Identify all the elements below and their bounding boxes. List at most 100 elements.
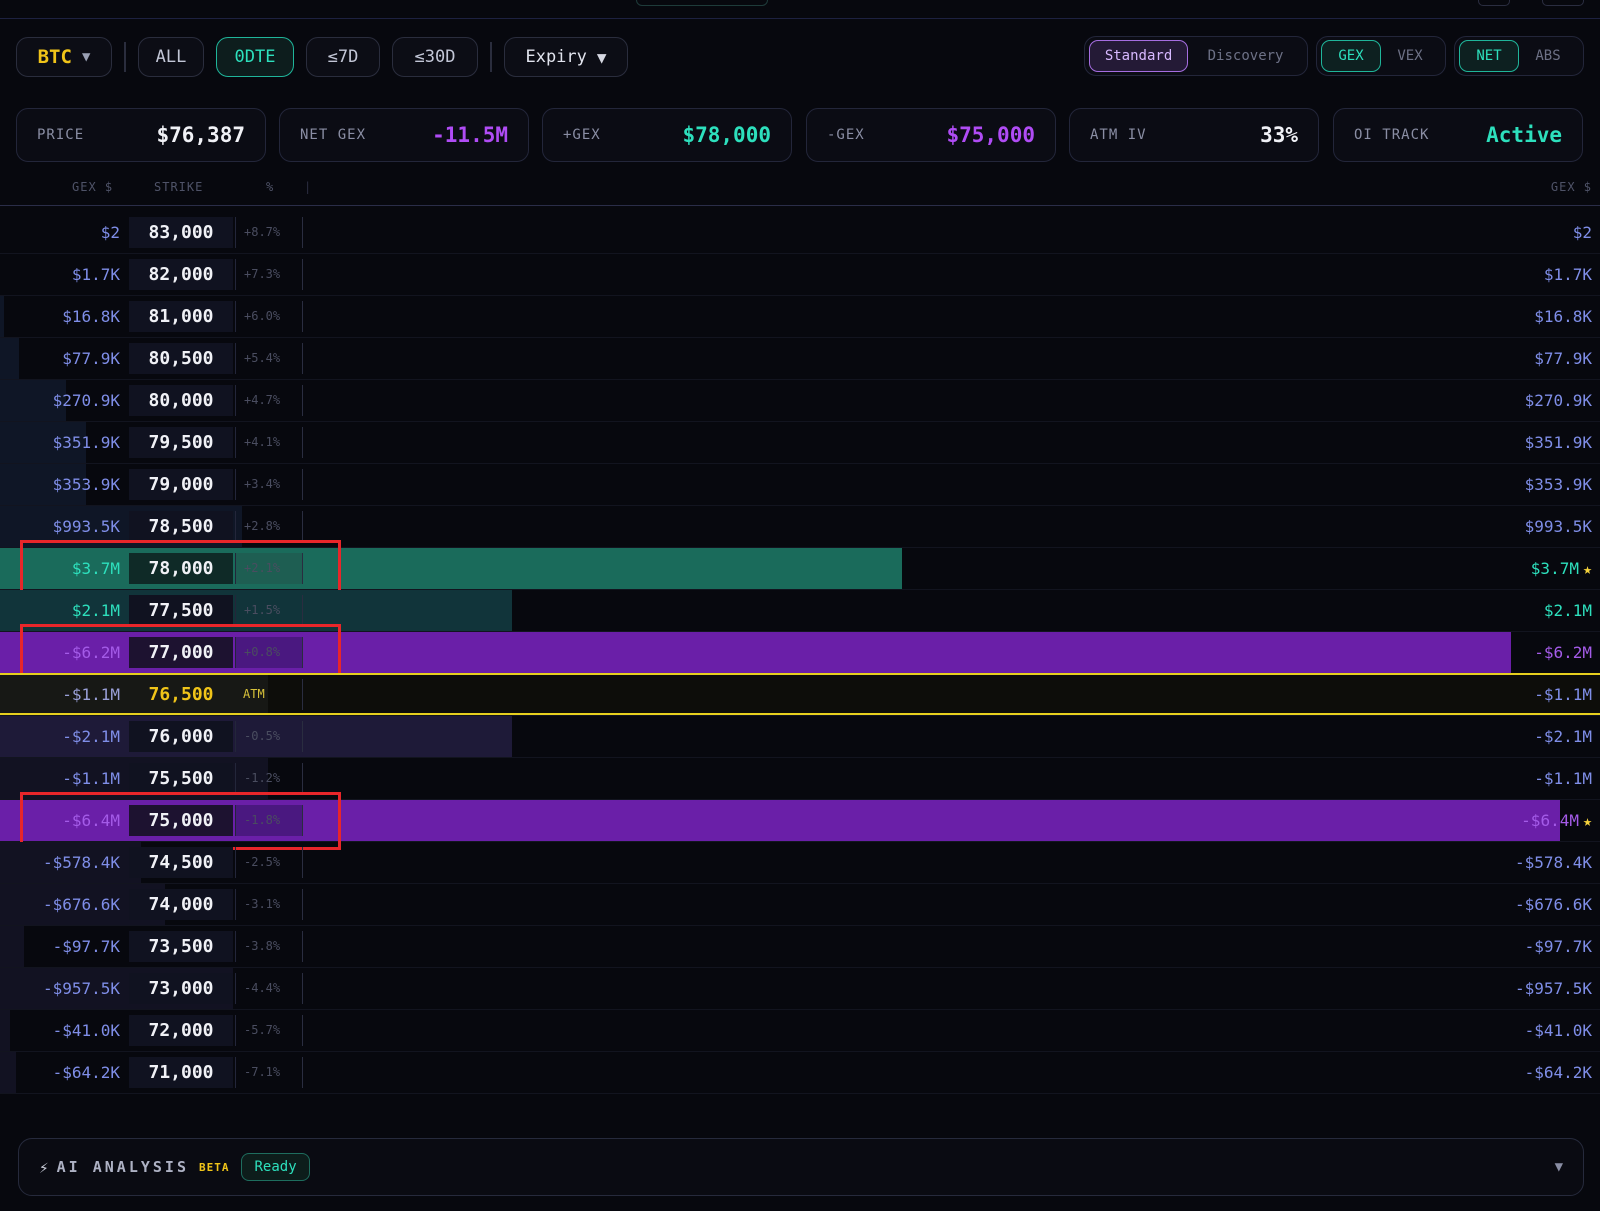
row-gex-right: $3.7M ★: [1531, 548, 1592, 589]
row-strike: 77,500: [129, 595, 233, 626]
ai-analysis-panel[interactable]: ⚡ AI ANALYSIS BETA Ready ▼: [18, 1138, 1584, 1196]
star-icon: ★: [1582, 560, 1592, 578]
beta-badge: BETA: [198, 1160, 230, 1174]
metric-vex[interactable]: VEX: [1381, 40, 1439, 72]
row-pct: +5.4%: [235, 343, 303, 374]
table-row[interactable]: -$64.2K 71,000 -7.1% -$64.2K: [0, 1052, 1600, 1094]
row-gex-right: $270.9K: [1525, 380, 1592, 421]
row-gex-right: -$97.7K: [1525, 926, 1592, 967]
agg-abs[interactable]: ABS: [1519, 40, 1577, 72]
row-pct: +1.5%: [235, 595, 303, 626]
row-gex-right: -$64.2K: [1525, 1052, 1592, 1093]
row-gex-right-label: -$6.2M: [1534, 643, 1592, 662]
row-gex-right: -$578.4K: [1515, 842, 1592, 883]
table-row[interactable]: $2 83,000 +8.7% $2: [0, 212, 1600, 254]
row-gex-right-label: $993.5K: [1524, 517, 1592, 536]
chevron-down-icon[interactable]: ▼: [1555, 1159, 1563, 1175]
table-row[interactable]: -$957.5K 73,000 -4.4% -$957.5K: [0, 968, 1600, 1010]
row-gex-right-label: $16.8K: [1534, 307, 1592, 326]
row-gex-right-label: -$578.4K: [1514, 853, 1592, 872]
expiry-dropdown[interactable]: Expiry ▼: [504, 37, 628, 77]
filter-30d[interactable]: ≤30D: [392, 37, 478, 77]
row-gex-right-label: -$1.1M: [1534, 685, 1592, 704]
row-pct: +8.7%: [235, 217, 303, 248]
header-separator: |: [304, 180, 313, 194]
row-gex-left: $16.8K: [62, 307, 120, 326]
row-gex-right-label: $2: [1572, 223, 1592, 242]
row-gex-right-label: $353.9K: [1524, 475, 1592, 494]
stat-label: PRICE: [37, 127, 85, 143]
stat-value: $76,387: [156, 123, 245, 147]
row-gex-right-label: -$6.4M: [1521, 811, 1579, 830]
coin-label: BTC: [37, 46, 72, 68]
gex-bar: [0, 926, 24, 967]
row-strike: 79,500: [129, 427, 233, 458]
stat-label: +GEX: [563, 127, 601, 143]
agg-net[interactable]: NET: [1459, 40, 1519, 72]
table-row[interactable]: $270.9K 80,000 +4.7% $270.9K: [0, 380, 1600, 422]
divider: [124, 42, 126, 72]
stat-label: OI TRACK: [1354, 127, 1430, 143]
row-strike: 76,500: [148, 684, 214, 705]
row-strike: 76,000: [129, 721, 233, 752]
table-row[interactable]: -$578.4K 74,500 -2.5% -$578.4K: [0, 842, 1600, 884]
table-row[interactable]: -$676.6K 74,000 -3.1% -$676.6K: [0, 884, 1600, 926]
row-pct: -5.7%: [235, 1015, 303, 1046]
row-gex-right: $16.8K: [1534, 296, 1592, 337]
row-gex-right-label: -$676.6K: [1514, 895, 1592, 914]
top-control[interactable]: [1542, 0, 1584, 6]
gex-bar: [0, 296, 4, 337]
atm-line-bottom: [0, 713, 1600, 715]
row-strike: 71,000: [129, 1057, 233, 1088]
table-row[interactable]: $351.9K 79,500 +4.1% $351.9K: [0, 422, 1600, 464]
filter-all[interactable]: ALL: [138, 37, 204, 77]
row-strike: 80,500: [129, 343, 233, 374]
table-row[interactable]: $353.9K 79,000 +3.4% $353.9K: [0, 464, 1600, 506]
row-strike: 73,000: [129, 973, 233, 1004]
mode-discovery[interactable]: Discovery: [1188, 40, 1303, 72]
chevron-down-icon: ▼: [81, 49, 91, 65]
row-gex-right: -$957.5K: [1515, 968, 1592, 1009]
stat-value: $75,000: [946, 123, 1035, 147]
row-gex-left: -$957.5K: [42, 979, 120, 998]
divider: [490, 42, 492, 72]
top-strip: [0, 0, 1600, 19]
coin-selector[interactable]: BTC ▼: [16, 37, 112, 77]
header-strike: STRIKE: [154, 180, 204, 194]
table-row[interactable]: -$97.7K 73,500 -3.8% -$97.7K: [0, 926, 1600, 968]
table-row[interactable]: -$2.1M 76,000 -0.5% -$2.1M: [0, 716, 1600, 758]
table-row[interactable]: -$41.0K 72,000 -5.7% -$41.0K: [0, 1010, 1600, 1052]
gex-bar: [0, 1052, 16, 1093]
row-pct: +7.3%: [235, 259, 303, 290]
stat-label: -GEX: [827, 127, 865, 143]
row-strike: 79,000: [129, 469, 233, 500]
filter-0dte[interactable]: 0DTE: [216, 37, 294, 77]
table-row[interactable]: $16.8K 81,000 +6.0% $16.8K: [0, 296, 1600, 338]
row-pct: -0.5%: [235, 721, 303, 752]
row-gex-right-label: $77.9K: [1534, 349, 1592, 368]
row-pct: -7.1%: [235, 1057, 303, 1088]
row-gex-right: -$676.6K: [1515, 884, 1592, 925]
metric-gex[interactable]: GEX: [1321, 40, 1381, 72]
row-gex-right: -$1.1M: [1534, 674, 1592, 715]
row-pct: +6.0%: [235, 301, 303, 332]
stat-value: $78,000: [682, 123, 771, 147]
row-gex-right: $353.9K: [1525, 464, 1592, 505]
top-control[interactable]: [1478, 0, 1510, 6]
table-row[interactable]: $1.7K 82,000 +7.3% $1.7K: [0, 254, 1600, 296]
row-gex-right-label: $1.7K: [1543, 265, 1592, 284]
mode-standard[interactable]: Standard: [1089, 40, 1189, 72]
mode-toggle: Standard Discovery: [1084, 36, 1308, 76]
table-row[interactable]: -$1.1M 76,500 ATM -$1.1M: [0, 674, 1600, 716]
table-row[interactable]: $77.9K 80,500 +5.4% $77.9K: [0, 338, 1600, 380]
filter-7d[interactable]: ≤7D: [306, 37, 380, 77]
row-strike: 81,000: [129, 301, 233, 332]
row-gex-right-label: -$2.1M: [1534, 727, 1592, 746]
row-pct: +3.4%: [235, 469, 303, 500]
row-gex-left: -$64.2K: [52, 1063, 120, 1082]
row-gex-left: -$41.0K: [52, 1021, 120, 1040]
row-gex-left: -$676.6K: [42, 895, 120, 914]
tab-hint: [636, 0, 768, 6]
row-gex-right-label: $3.7M: [1530, 559, 1579, 578]
row-strike: 78,500: [129, 511, 233, 542]
